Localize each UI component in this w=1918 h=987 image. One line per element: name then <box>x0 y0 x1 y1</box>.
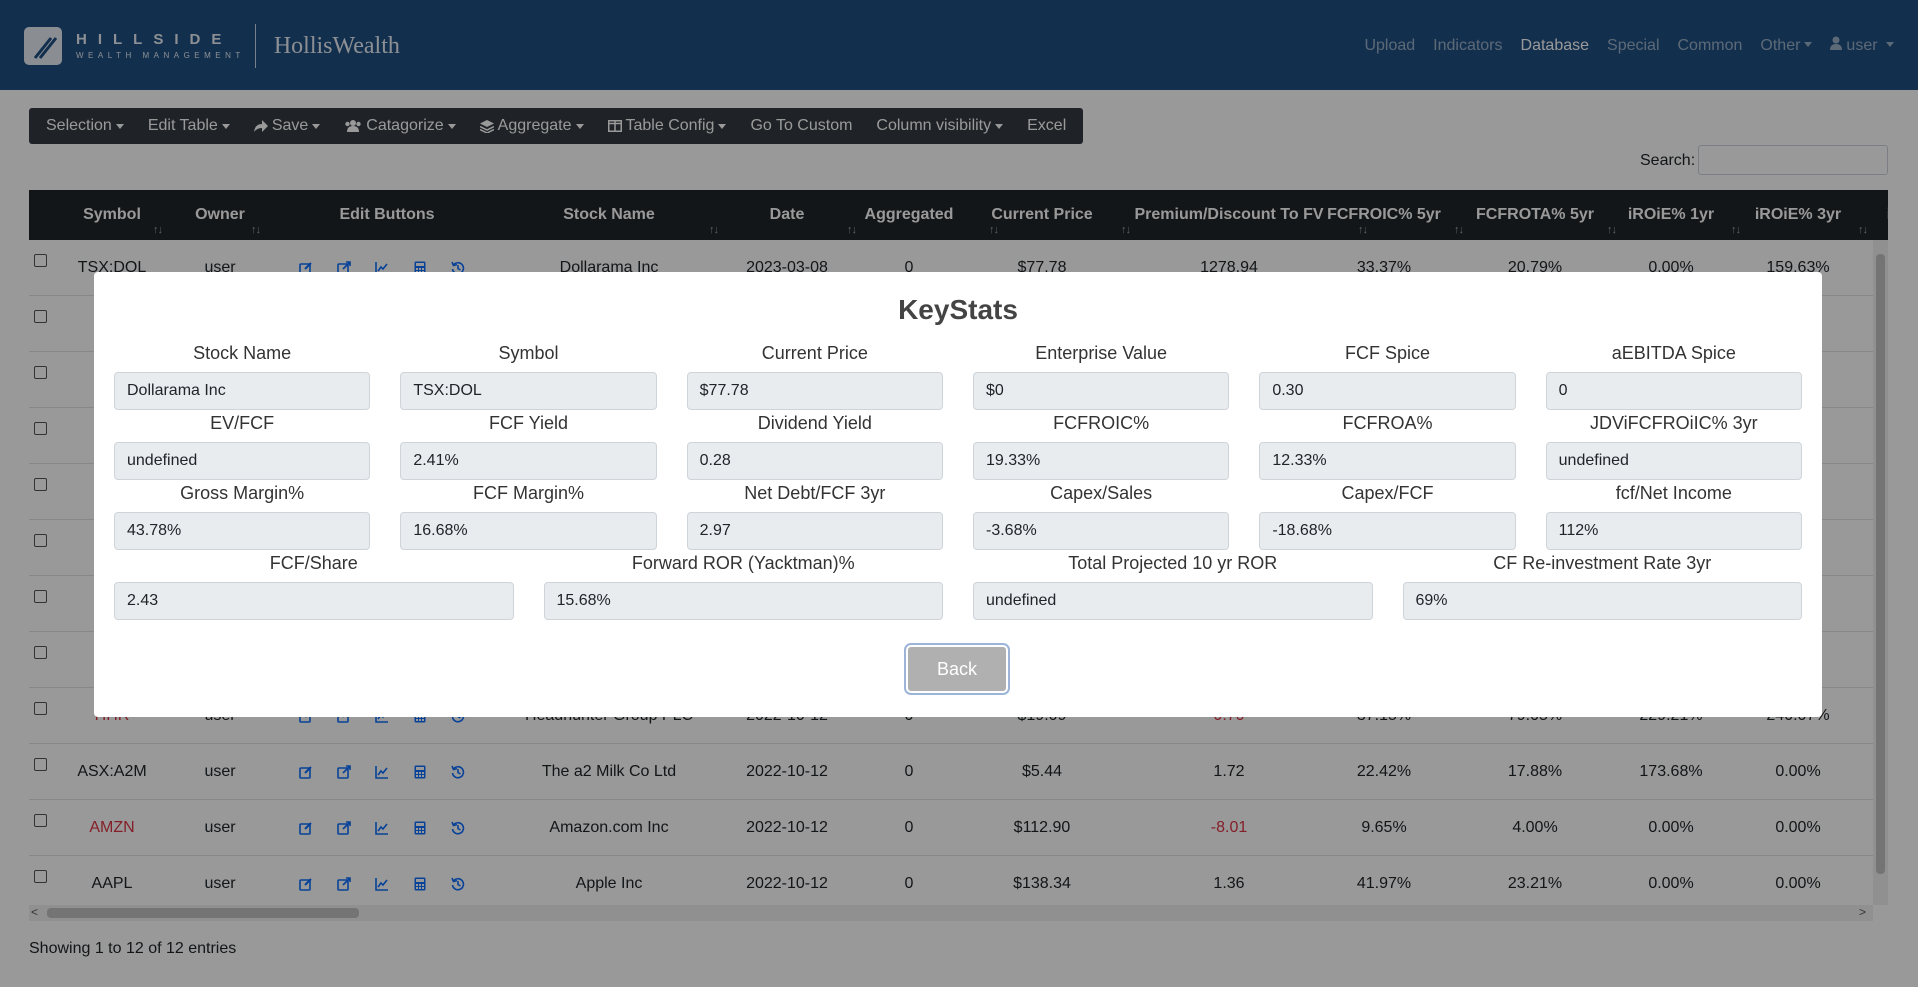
field-fcf-yield: FCF Yield 2.41% <box>400 412 657 480</box>
field-value-input[interactable]: 15.68% <box>543 582 943 620</box>
field-value-input[interactable]: 12.33% <box>1259 442 1516 480</box>
field-label: Symbol <box>498 343 559 363</box>
field-stock-name: Stock Name Dollarama Inc <box>114 342 371 410</box>
field-fcf-net-income: fcf/Net Income 112% <box>1545 482 1802 550</box>
field-gross-margin: Gross Margin% 43.78% <box>114 482 371 550</box>
field-label: FCFROIC% <box>1053 413 1150 433</box>
field-label: Current Price <box>761 343 868 363</box>
field-value-input[interactable]: 2.41% <box>400 442 657 480</box>
field-label: fcf/Net Income <box>1615 483 1732 503</box>
field-cf-re-investment-rate-3yr: CF Re-investment Rate 3yr 69% <box>1402 552 1802 620</box>
field-label: JDViFCFROiIC% 3yr <box>1589 413 1758 433</box>
field-dividend-yield: Dividend Yield 0.28 <box>686 412 943 480</box>
field-label: Gross Margin% <box>180 483 305 503</box>
field-net-debt-fcf-3yr: Net Debt/FCF 3yr 2.97 <box>686 482 943 550</box>
field-label: aEBITDA Spice <box>1611 343 1736 363</box>
keystats-modal: KeyStats Stock Name Dollarama Inc Symbol TS… <box>94 272 1822 717</box>
field-total-projected-10-yr-ror: Total Projected 10 yr ROR undefined <box>973 552 1373 620</box>
field-label: Stock Name <box>193 343 292 363</box>
field-fcfroa: FCFROA% 12.33% <box>1259 412 1516 480</box>
field-jdvifcfroiic-3yr: JDViFCFROiIC% 3yr undefined <box>1545 412 1802 480</box>
field-label: CF Re-investment Rate 3yr <box>1493 553 1712 573</box>
field-forward-ror-yacktman: Forward ROR (Yacktman)% 15.68% <box>543 552 943 620</box>
field-label: FCFROA% <box>1342 413 1433 433</box>
field-value-input[interactable]: 2.97 <box>686 512 943 550</box>
field-value-input[interactable]: 2.43 <box>114 582 514 620</box>
field-fcf-margin: FCF Margin% 16.68% <box>400 482 657 550</box>
field-aebitda-spice: aEBITDA Spice 0 <box>1545 342 1802 410</box>
back-button[interactable]: Back <box>904 643 1010 695</box>
field-value-input[interactable]: 43.78% <box>114 512 371 550</box>
field-value-input[interactable]: undefined <box>973 582 1373 620</box>
field-ev-fcf: EV/FCF undefined <box>114 412 371 480</box>
field-capex-fcf: Capex/FCF -18.68% <box>1259 482 1516 550</box>
field-value-input[interactable]: 0.30 <box>1259 372 1516 410</box>
field-capex-sales: Capex/Sales -3.68% <box>973 482 1230 550</box>
field-value-input[interactable]: $77.78 <box>686 372 943 410</box>
field-symbol: Symbol TSX:DOL <box>400 342 657 410</box>
field-label: Enterprise Value <box>1035 343 1168 363</box>
field-label: Total Projected 10 yr ROR <box>1068 553 1278 573</box>
field-value-input[interactable]: Dollarama Inc <box>114 372 371 410</box>
field-value-input[interactable]: 16.68% <box>400 512 657 550</box>
field-value-input[interactable]: $0 <box>973 372 1230 410</box>
field-label: EV/FCF <box>210 413 275 433</box>
field-label: Capex/Sales <box>1050 483 1153 503</box>
field-label: FCF Yield <box>488 413 568 433</box>
field-label: Forward ROR (Yacktman)% <box>631 553 855 573</box>
field-label: FCF Margin% <box>472 483 584 503</box>
field-label: Net Debt/FCF 3yr <box>744 483 886 503</box>
field-enterprise-value: Enterprise Value $0 <box>973 342 1230 410</box>
field-value-input[interactable]: undefined <box>114 442 371 480</box>
field-value-input[interactable]: -3.68% <box>973 512 1230 550</box>
field-value-input[interactable]: TSX:DOL <box>400 372 657 410</box>
field-label: Dividend Yield <box>757 413 872 433</box>
field-value-input[interactable]: undefined <box>1545 442 1802 480</box>
field-label: FCF/Share <box>269 553 358 573</box>
field-current-price: Current Price $77.78 <box>686 342 943 410</box>
field-label: FCF Spice <box>1344 343 1430 363</box>
field-value-input[interactable]: 0.28 <box>686 442 943 480</box>
field-fcf-spice: FCF Spice 0.30 <box>1259 342 1516 410</box>
field-value-input[interactable]: 112% <box>1545 512 1802 550</box>
field-value-input[interactable]: 19.33% <box>973 442 1230 480</box>
field-fcfroic: FCFROIC% 19.33% <box>973 412 1230 480</box>
field-fcf-share: FCF/Share 2.43 <box>114 552 514 620</box>
field-value-input[interactable]: 69% <box>1402 582 1802 620</box>
modal-title: KeyStats <box>898 294 1018 325</box>
field-value-input[interactable]: -18.68% <box>1259 512 1516 550</box>
field-value-input[interactable]: 0 <box>1545 372 1802 410</box>
field-label: Capex/FCF <box>1341 483 1434 503</box>
